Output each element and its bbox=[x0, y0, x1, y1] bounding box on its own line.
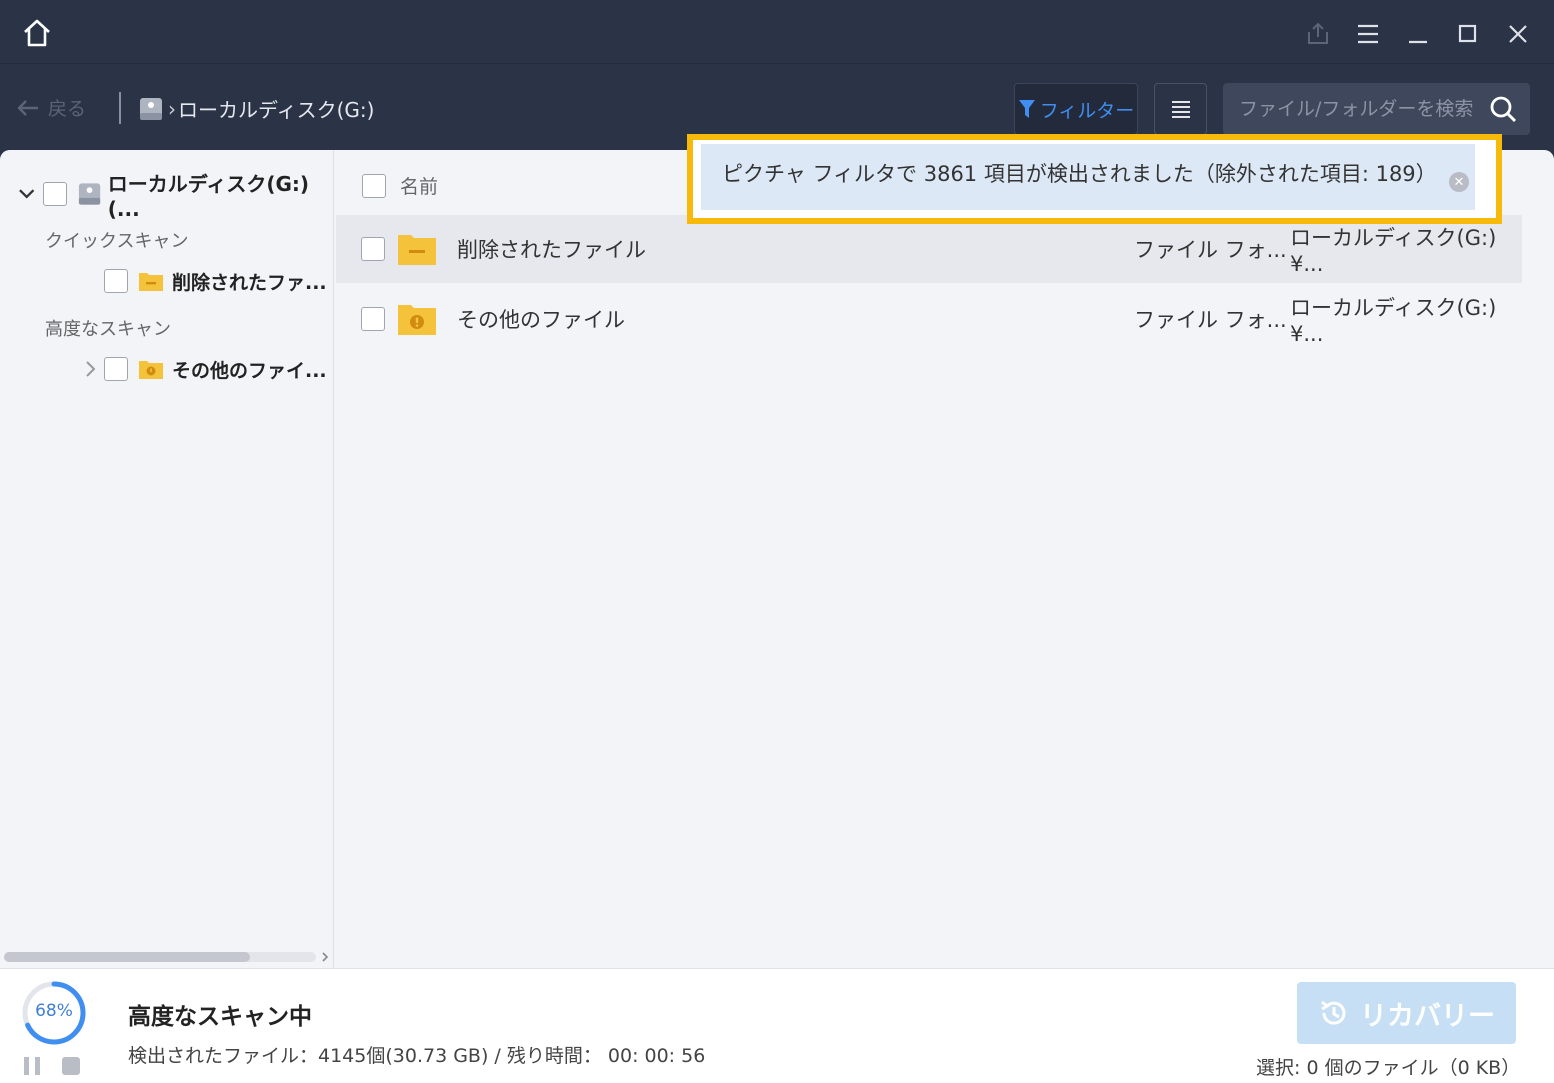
file-list: 名前 削除されたファイル ファイル フォ... ローカルディスク(G:)¥...… bbox=[336, 150, 1554, 968]
tree-root-checkbox[interactable] bbox=[43, 182, 67, 206]
filter-icon bbox=[1018, 100, 1035, 118]
back-label: 戻る bbox=[48, 98, 87, 120]
table-row[interactable]: その他のファイル ファイル フォ... ローカルディスク(G:)¥... bbox=[336, 285, 1522, 353]
search-box bbox=[1223, 83, 1530, 135]
row-name: 削除されたファイル bbox=[457, 238, 646, 262]
restore-icon bbox=[1321, 1000, 1346, 1025]
chevron-down-icon[interactable] bbox=[18, 188, 35, 200]
folder-other-icon bbox=[139, 361, 163, 379]
filter-result-notification: ピクチャ フィルタで 3861 項目が検出されました（除外された項目: 189）… bbox=[687, 134, 1502, 224]
horizontal-scrollbar[interactable] bbox=[4, 950, 330, 964]
toolbar-divider bbox=[119, 92, 121, 124]
column-header-label: 名前 bbox=[400, 176, 439, 198]
pause-button[interactable] bbox=[24, 1057, 46, 1075]
tree-item-other[interactable]: その他のファイ... bbox=[84, 354, 327, 384]
scrollbar-thumb[interactable] bbox=[4, 952, 250, 962]
breadcrumb-label: ローカルディスク(G:) bbox=[178, 98, 375, 122]
row-checkbox[interactable] bbox=[361, 307, 385, 331]
drive-icon bbox=[140, 97, 162, 120]
list-icon bbox=[1171, 101, 1190, 118]
notification-text: ピクチャ フィルタで 3861 項目が検出されました（除外された項目: 189） bbox=[722, 162, 1437, 186]
filter-label: フィルター bbox=[1039, 99, 1135, 122]
list-view-button[interactable] bbox=[1154, 83, 1207, 135]
folder-deleted-icon bbox=[398, 235, 436, 265]
main-area: ローカルディスク(G:)(... クイックスキャン 削除されたファ... 高度な… bbox=[0, 150, 1554, 968]
progress-percent: 68% bbox=[35, 1001, 73, 1021]
tree-root-label: ローカルディスク(G:)(... bbox=[107, 171, 310, 221]
tree-item-label: その他のファイ... bbox=[172, 359, 327, 382]
chevron-right-icon[interactable] bbox=[84, 360, 96, 378]
minimize-icon[interactable] bbox=[1404, 20, 1432, 48]
close-icon[interactable] bbox=[1504, 20, 1532, 48]
notification-body: ピクチャ フィルタで 3861 項目が検出されました（除外された項目: 189）… bbox=[701, 144, 1475, 210]
select-all-checkbox[interactable] bbox=[362, 173, 386, 198]
maximize-icon[interactable] bbox=[1454, 20, 1482, 48]
search-input[interactable] bbox=[1239, 94, 1479, 124]
tree-item-checkbox[interactable] bbox=[104, 269, 128, 293]
recover-label: リカバリー bbox=[1360, 1000, 1495, 1032]
share-icon[interactable] bbox=[1304, 20, 1332, 48]
scan-status-title: 高度なスキャン中 bbox=[128, 1004, 312, 1030]
filter-button[interactable]: フィルター bbox=[1014, 83, 1138, 135]
scan-progress-ring: 68% bbox=[20, 979, 88, 1047]
status-footer: 68% 高度なスキャン中 検出されたファイル：4145個(30.73 GB) /… bbox=[0, 968, 1554, 1083]
menu-icon[interactable] bbox=[1354, 20, 1382, 48]
home-icon[interactable] bbox=[20, 17, 54, 49]
scroll-right-icon[interactable] bbox=[320, 950, 330, 964]
chevron-right-icon: › bbox=[168, 96, 176, 121]
row-name: その他のファイル bbox=[457, 308, 625, 332]
selection-summary: 選択: 0 個のファイル（0 KB） bbox=[1256, 1057, 1521, 1079]
back-button[interactable]: 戻る bbox=[16, 94, 86, 121]
drive-icon bbox=[78, 183, 100, 205]
arrow-left-icon bbox=[17, 99, 38, 116]
folder-other-icon bbox=[398, 305, 436, 335]
column-header-name[interactable]: 名前 bbox=[362, 172, 438, 199]
search-icon[interactable] bbox=[1489, 95, 1517, 127]
recover-button[interactable]: リカバリー bbox=[1297, 982, 1516, 1044]
tree-item-deleted[interactable]: 削除されたファ... bbox=[104, 266, 327, 296]
advanced-scan-label: 高度なスキャン bbox=[45, 319, 171, 340]
stop-button[interactable] bbox=[62, 1057, 80, 1075]
folder-deleted-icon bbox=[139, 273, 163, 291]
folder-tree: ローカルディスク(G:)(... クイックスキャン 削除されたファ... 高度な… bbox=[0, 150, 334, 968]
tree-root[interactable]: ローカルディスク(G:)(... bbox=[18, 172, 333, 221]
row-path: ローカルディスク(G:)¥... bbox=[1290, 296, 1497, 346]
row-type: ファイル フォ... bbox=[1134, 308, 1287, 332]
close-icon[interactable]: ✕ bbox=[1449, 172, 1469, 192]
title-bar bbox=[0, 0, 1554, 64]
tree-item-checkbox[interactable] bbox=[104, 357, 128, 381]
quick-scan-label: クイックスキャン bbox=[45, 231, 189, 252]
scan-status-info: 検出されたファイル：4145個(30.73 GB) / 残り時間： 00: 00… bbox=[128, 1045, 706, 1067]
table-row[interactable]: 削除されたファイル ファイル フォ... ローカルディスク(G:)¥... bbox=[336, 215, 1522, 283]
row-checkbox[interactable] bbox=[361, 237, 385, 261]
tree-item-label: 削除されたファ... bbox=[172, 271, 327, 294]
row-type: ファイル フォ... bbox=[1134, 238, 1287, 262]
row-path: ローカルディスク(G:)¥... bbox=[1290, 226, 1497, 276]
breadcrumb[interactable]: › ローカルディスク(G:) bbox=[138, 94, 374, 123]
